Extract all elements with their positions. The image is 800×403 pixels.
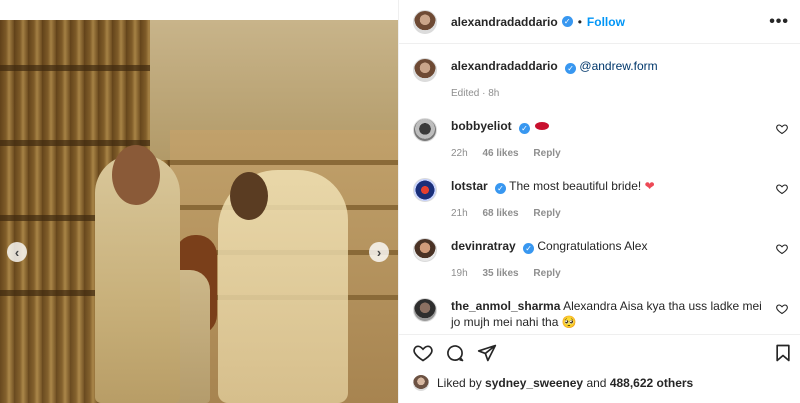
comment-item: lotstar ✓ The most beautiful bride! ❤ 21… xyxy=(413,178,798,219)
next-photo-button[interactable]: › xyxy=(369,242,389,262)
post-side-panel: alexandradaddario ✓ • Follow ••• alexand… xyxy=(398,0,800,403)
reply-button[interactable]: Reply xyxy=(533,208,560,219)
follow-button[interactable]: Follow xyxy=(587,15,625,29)
author-username[interactable]: alexandradaddario xyxy=(451,15,558,29)
commenter-avatar[interactable] xyxy=(413,298,437,322)
like-comment-heart-icon[interactable] xyxy=(776,123,788,135)
comment-item: devinratray ✓ Congratulations Alex 19h 3… xyxy=(413,238,798,279)
comment-meta: 22h 46 likes Reply xyxy=(451,148,798,159)
verified-icon: ✓ xyxy=(565,63,577,74)
shelf-line xyxy=(0,140,170,146)
comment-username[interactable]: bobbyeliot xyxy=(451,119,512,133)
shelf-line xyxy=(170,160,398,165)
likes-summary: Liked by sydney_sweeney and 488,622 othe… xyxy=(413,375,693,391)
save-bookmark-icon[interactable] xyxy=(773,343,793,363)
author-avatar[interactable] xyxy=(413,9,437,34)
chevron-right-icon: › xyxy=(376,244,382,260)
post-photo[interactable]: ‹ › xyxy=(0,20,398,403)
chevron-left-icon: ‹ xyxy=(14,244,20,260)
like-comment-heart-icon[interactable] xyxy=(776,303,788,315)
commenter-avatar[interactable] xyxy=(413,238,437,262)
like-comment-heart-icon[interactable] xyxy=(776,243,788,255)
bride-head xyxy=(230,172,268,220)
like-comment-heart-icon[interactable] xyxy=(776,183,788,195)
commenter-avatar[interactable] xyxy=(413,178,437,202)
reply-button[interactable]: Reply xyxy=(533,268,560,279)
likes-and: and xyxy=(586,376,607,390)
share-paper-plane-icon[interactable] xyxy=(477,343,497,363)
comment-item: bobbyeliot ✓ 22h 46 likes Reply xyxy=(413,118,798,159)
comment-item: the_anmol_sharma Alexandra Aisa kya tha … xyxy=(413,298,798,330)
liker-avatar[interactable] xyxy=(413,375,429,391)
likes-prefix: Liked by xyxy=(437,376,482,390)
comment-text: Congratulations Alex xyxy=(537,239,648,253)
verified-icon: ✓ xyxy=(561,16,573,27)
verified-icon: ✓ xyxy=(519,123,531,134)
caption-meta: Edited · 8h xyxy=(451,88,500,99)
comment-meta: 21h 68 likes Reply xyxy=(451,208,798,219)
comment-time[interactable]: 19h xyxy=(451,268,468,279)
lips-emoji-icon xyxy=(535,122,550,130)
comment-likes-count[interactable]: 46 likes xyxy=(482,148,518,159)
shelf-line xyxy=(0,65,170,71)
liker-username[interactable]: sydney_sweeney xyxy=(485,376,583,390)
separator-dot: • xyxy=(577,14,582,29)
caption-avatar[interactable] xyxy=(413,58,437,82)
likes-count-link[interactable]: 488,622 others xyxy=(610,376,693,390)
comment-likes-count[interactable]: 68 likes xyxy=(482,208,518,219)
comment-username[interactable]: devinratray xyxy=(451,239,516,253)
caption-username[interactable]: alexandradaddario xyxy=(451,59,558,73)
post-actions-bar xyxy=(399,334,800,370)
comment-meta: 19h 35 likes Reply xyxy=(451,268,798,279)
comment-username[interactable]: the_anmol_sharma xyxy=(451,299,560,313)
comment-username[interactable]: lotstar xyxy=(451,179,488,193)
groom-head xyxy=(112,145,160,205)
commenter-avatar[interactable] xyxy=(413,118,437,142)
verified-icon: ✓ xyxy=(523,243,535,254)
previous-photo-button[interactable]: ‹ xyxy=(7,242,27,262)
comment-time[interactable]: 21h xyxy=(451,208,468,219)
comment-likes-count[interactable]: 35 likes xyxy=(482,268,518,279)
comment-text: The most beautiful bride! xyxy=(509,179,642,193)
red-heart-emoji-icon: ❤ xyxy=(644,179,655,193)
comment-time[interactable]: 22h xyxy=(451,148,468,159)
comment-bubble-icon[interactable] xyxy=(445,343,465,363)
more-options-icon[interactable]: ••• xyxy=(769,13,789,31)
like-heart-icon[interactable] xyxy=(413,343,433,363)
post-caption: alexandradaddario ✓ @andrew.form Edited … xyxy=(413,58,793,99)
caption-mention-link[interactable]: @andrew.form xyxy=(579,59,657,73)
verified-icon: ✓ xyxy=(495,183,507,194)
reply-button[interactable]: Reply xyxy=(533,148,560,159)
post-header: alexandradaddario ✓ • Follow ••• xyxy=(399,0,800,44)
